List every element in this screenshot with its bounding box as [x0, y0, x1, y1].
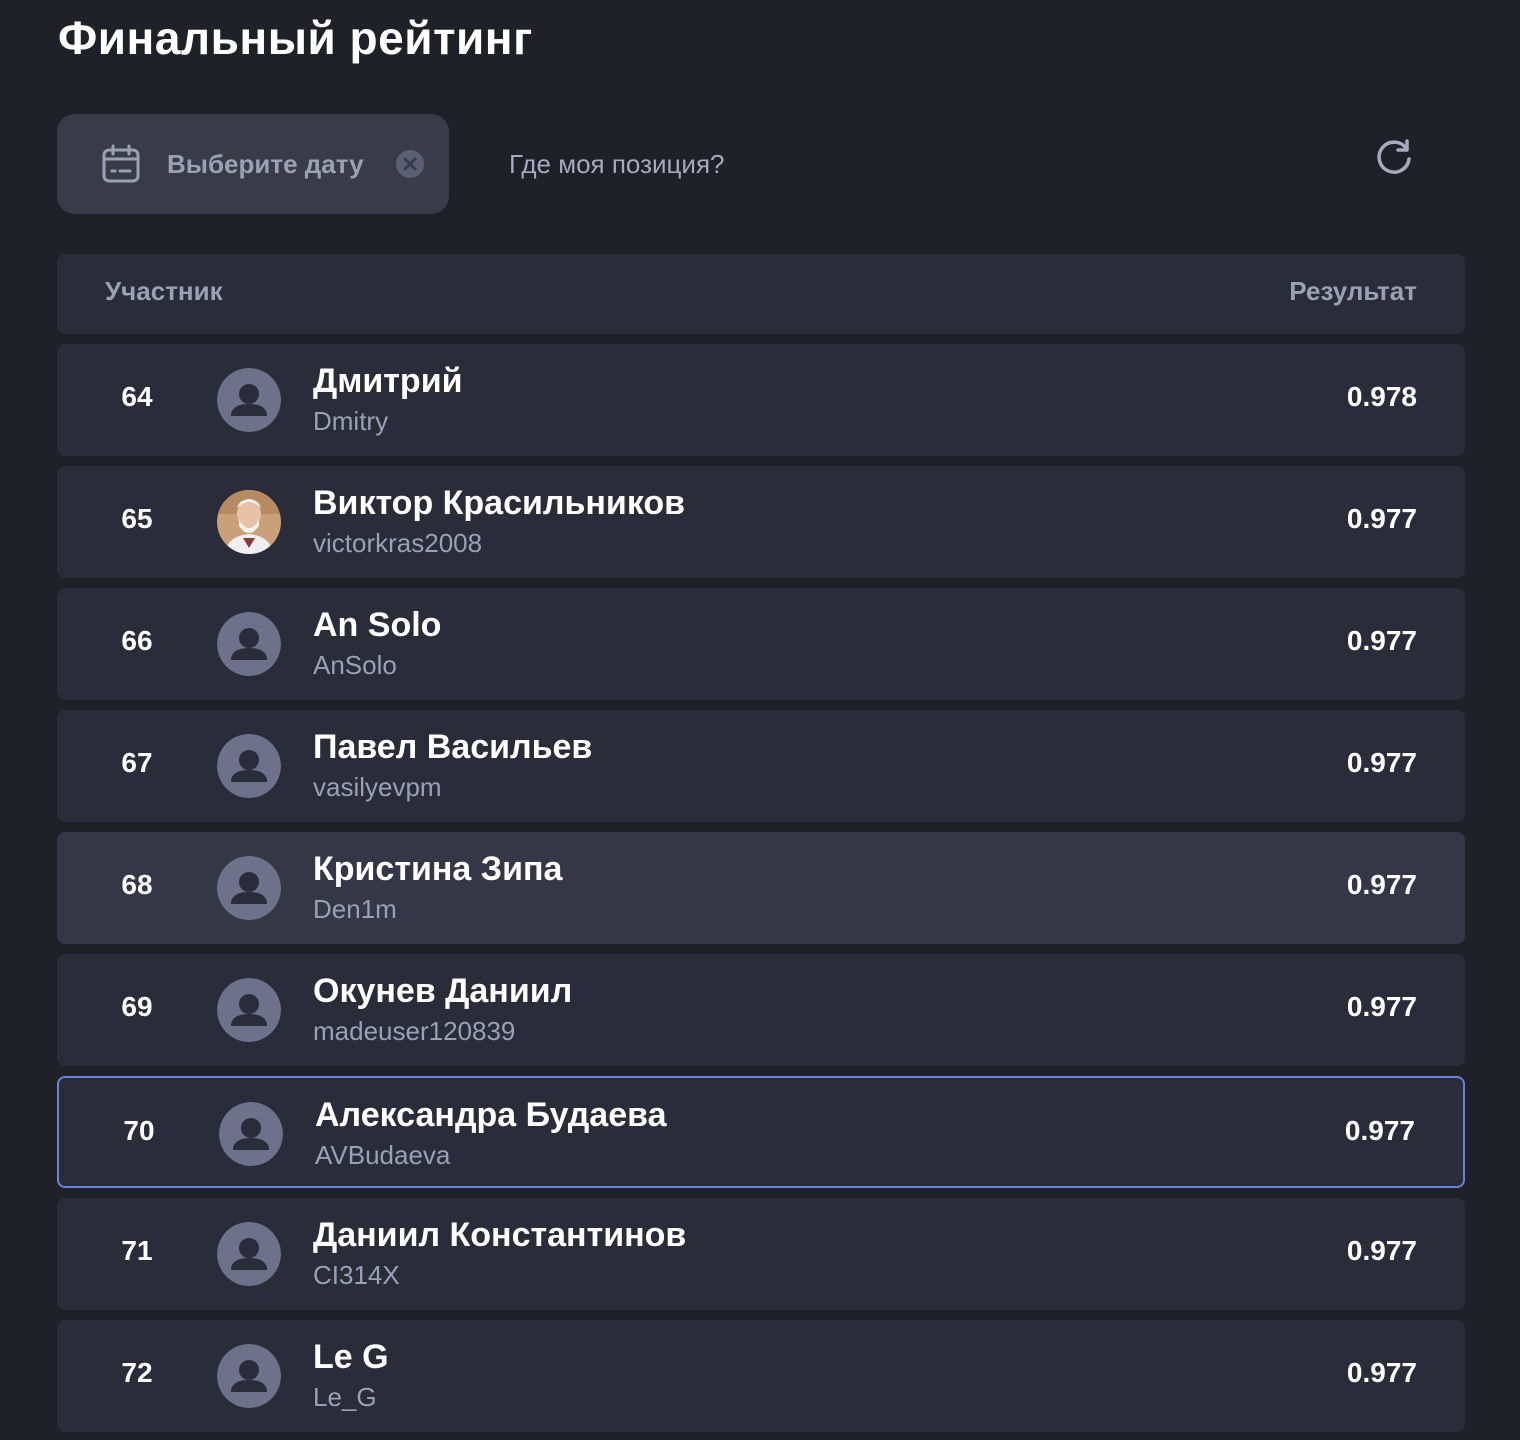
avatar [217, 978, 281, 1042]
table-row[interactable]: 64 Дмитрий Dmitry 0.978 [57, 344, 1465, 456]
row-rank: 69 [121, 991, 153, 1022]
refresh-icon[interactable] [1373, 138, 1415, 180]
avatar [217, 1222, 281, 1286]
row-rank: 70 [123, 1115, 155, 1146]
leaderboard-page: Финальный рейтинг Выберите дату Где моя … [0, 0, 1520, 1440]
column-header-result: Результат [1289, 276, 1417, 306]
participant-name: Павел Васильев [313, 728, 593, 766]
participant-name: Александра Будаева [315, 1096, 667, 1134]
page-title: Финальный рейтинг [58, 12, 533, 64]
leaderboard-list: 64 Дмитрий Dmitry 0.978 65 Виктор Красил… [57, 344, 1465, 1440]
row-rank: 72 [121, 1357, 153, 1388]
row-rank: 67 [121, 747, 153, 778]
avatar [217, 1344, 281, 1408]
column-header-participant: Участник [105, 276, 223, 306]
date-picker-label: Выберите дату [167, 148, 364, 179]
date-picker-button[interactable]: Выберите дату [57, 114, 449, 214]
avatar [217, 368, 281, 432]
row-rank: 65 [121, 503, 153, 534]
toolbar: Выберите дату Где моя позиция? [57, 114, 1465, 214]
participant-score: 0.977 [1346, 1235, 1417, 1266]
participant-login: AVBudaeva [315, 1140, 451, 1170]
avatar-photo [217, 490, 281, 554]
row-rank: 71 [121, 1235, 153, 1266]
participant-login: CI314X [313, 1260, 400, 1290]
participant-name: Дмитрий [313, 362, 463, 400]
row-rank: 66 [121, 625, 153, 656]
participant-login: vasilyevpm [313, 772, 442, 802]
participant-login: AnSolo [313, 650, 397, 680]
table-row[interactable]: 68 Кристина Зипа Den1m 0.977 [57, 832, 1465, 944]
table-row[interactable]: 66 An Solo AnSolo 0.977 [57, 588, 1465, 700]
participant-name: Даниил Константинов [313, 1216, 687, 1254]
avatar [217, 856, 281, 920]
participant-score: 0.977 [1346, 625, 1417, 656]
participant-name: Окунев Даниил [313, 972, 573, 1010]
participant-login: madeuser120839 [313, 1016, 516, 1046]
table-row[interactable]: 67 Павел Васильев vasilyevpm 0.977 [57, 710, 1465, 822]
participant-score: 0.977 [1346, 503, 1417, 534]
participant-score: 0.977 [1346, 747, 1417, 778]
participant-name: Кристина Зипа [313, 850, 563, 888]
participant-login: victorkras2008 [313, 528, 483, 558]
where-is-my-position-link[interactable]: Где моя позиция? [509, 145, 724, 183]
table-row-selected[interactable]: 70 Александра Будаева AVBudaeva 0.977 [57, 1076, 1465, 1188]
table-row[interactable]: 69 Окунев Даниил madeuser120839 0.977 [57, 954, 1465, 1066]
avatar [217, 612, 281, 676]
participant-name: An Solo [313, 606, 442, 644]
calendar-icon [101, 144, 141, 184]
table-header: Участник Результат [57, 254, 1465, 334]
participant-score: 0.977 [1346, 1357, 1417, 1388]
participant-login: Le_G [313, 1382, 377, 1412]
participant-login: Dmitry [313, 406, 389, 436]
participant-name: Виктор Красильников [313, 484, 686, 522]
table-row[interactable]: 65 Виктор Красильников victorkras2008 0.… [57, 466, 1465, 578]
participant-login: Den1m [313, 894, 397, 924]
avatar [217, 734, 281, 798]
participant-score: 0.977 [1346, 869, 1417, 900]
table-row[interactable]: 72 Le G Le_G 0.977 [57, 1320, 1465, 1432]
table-row[interactable]: 71 Даниил Константинов CI314X 0.977 [57, 1198, 1465, 1310]
participant-score: 0.977 [1346, 991, 1417, 1022]
participant-score: 0.977 [1344, 1115, 1415, 1146]
row-rank: 68 [121, 869, 153, 900]
participant-score: 0.978 [1346, 381, 1417, 412]
clear-icon[interactable] [395, 149, 425, 179]
avatar [219, 1102, 283, 1166]
row-rank: 64 [121, 381, 153, 412]
participant-name: Le G [313, 1338, 389, 1376]
